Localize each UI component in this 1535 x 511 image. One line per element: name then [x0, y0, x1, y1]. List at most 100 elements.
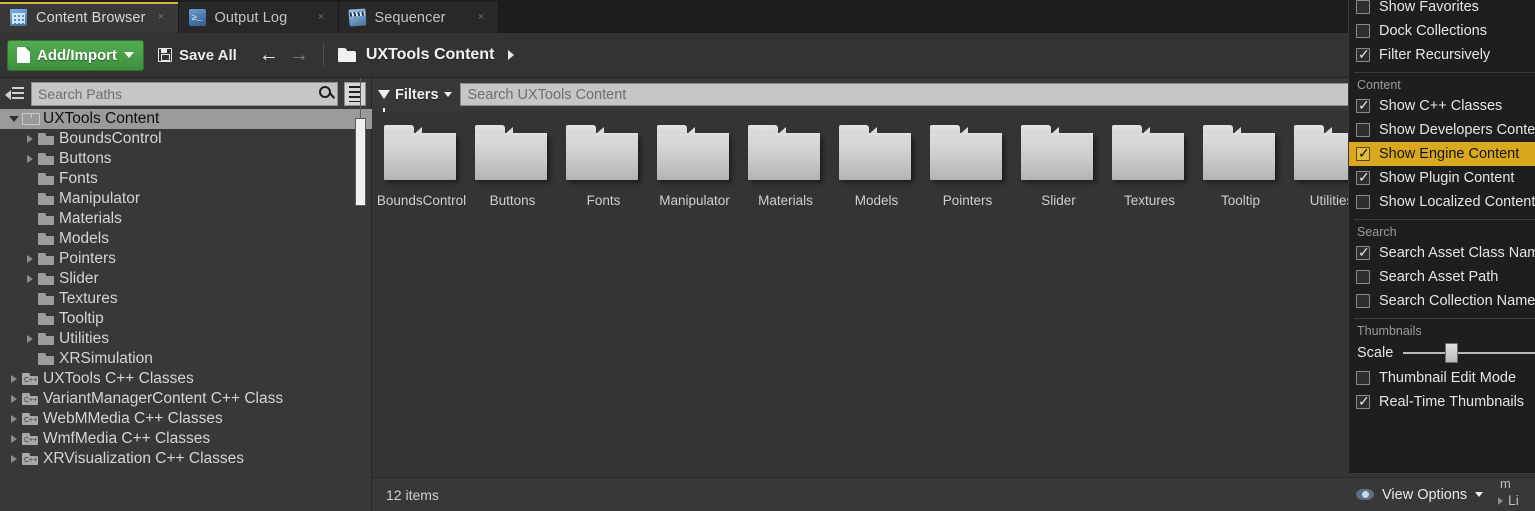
tree-scroll-track	[360, 78, 361, 118]
breadcrumb[interactable]: UXTools Content	[337, 46, 515, 64]
expander-right-icon[interactable]	[22, 135, 38, 143]
tree-scrollbar[interactable]	[355, 118, 366, 206]
collapse-panel-icon[interactable]	[5, 85, 25, 103]
tree-item[interactable]: C++ WebMMedia C++ Classes	[0, 409, 372, 429]
menu-item[interactable]: Show Favorites	[1349, 0, 1535, 19]
search-paths-placeholder: Search Paths	[38, 85, 123, 102]
tree-item[interactable]: C++ WmfMedia C++ Classes	[0, 429, 372, 449]
view-options-button[interactable]: View Options	[1348, 478, 1496, 511]
close-icon[interactable]: ×	[475, 11, 488, 24]
expander-down-icon[interactable]	[6, 116, 22, 122]
add-import-button[interactable]: Add/Import	[7, 39, 144, 71]
menu-item[interactable]: Show Developers Content	[1349, 118, 1535, 142]
tree-item[interactable]: UXTools Content	[0, 109, 372, 129]
expander-right-icon[interactable]	[6, 435, 22, 443]
cpp-folder-icon: C++	[22, 453, 38, 465]
folder-tile[interactable]: BoundsControl	[376, 125, 467, 208]
checkbox-checked-icon[interactable]	[1356, 145, 1370, 161]
folder-icon	[747, 125, 824, 183]
expander-right-icon[interactable]	[22, 275, 38, 283]
menu-section-header: Thumbnails	[1357, 323, 1422, 338]
tree-item[interactable]: Models	[0, 229, 372, 249]
checkbox-unchecked-icon[interactable]	[1356, 24, 1370, 38]
menu-item[interactable]: Show Engine Content	[1349, 142, 1535, 166]
menu-item[interactable]: Search Asset Path	[1349, 265, 1535, 289]
tree-item[interactable]: Materials	[0, 209, 372, 229]
tree-item-label: VariantManagerContent C++ Class	[43, 390, 284, 407]
folder-tile[interactable]: Buttons	[467, 125, 558, 208]
tree-item[interactable]: Fonts	[0, 169, 372, 189]
folder-tile[interactable]: Pointers	[922, 125, 1013, 208]
expander-right-icon[interactable]	[6, 455, 22, 463]
menu-separator	[1354, 318, 1535, 319]
folder-tile[interactable]: Fonts	[558, 125, 649, 208]
navigation-arrows: ← →	[259, 45, 309, 65]
tree-item[interactable]: Textures	[0, 289, 372, 309]
tree-item[interactable]: Utilities	[0, 329, 372, 349]
chevron-right-icon[interactable]	[508, 50, 515, 60]
tab-output-log[interactable]: Output Log ×	[178, 2, 339, 33]
tree-item[interactable]: Manipulator	[0, 189, 372, 209]
tree-item[interactable]: Pointers	[0, 249, 372, 269]
tree-item[interactable]: Tooltip	[0, 309, 372, 329]
checkbox-checked-icon[interactable]	[1356, 244, 1370, 260]
menu-item[interactable]: Filter Recursively	[1349, 43, 1535, 67]
folder-tile[interactable]: Tooltip	[1195, 125, 1286, 208]
menu-item[interactable]: Show Localized Content	[1349, 190, 1535, 214]
filters-button[interactable]: Filters	[378, 87, 452, 112]
tree-item[interactable]: C++ XRVisualization C++ Classes	[0, 449, 372, 469]
menu-item[interactable]: Search Collection Names	[1349, 289, 1535, 313]
folder-tile[interactable]: Manipulator	[649, 125, 740, 208]
checkbox-unchecked-icon[interactable]	[1356, 371, 1370, 385]
folder-tile[interactable]: Materials	[740, 125, 831, 208]
tree-item-label: UXTools C++ Classes	[43, 370, 194, 387]
expander-right-icon[interactable]	[6, 375, 22, 383]
close-icon[interactable]: ×	[155, 11, 168, 24]
tab-sequencer[interactable]: Sequencer ×	[338, 2, 499, 33]
menu-item[interactable]: Real-Time Thumbnails	[1349, 390, 1535, 414]
back-arrow-icon[interactable]: ←	[259, 45, 279, 65]
tree-item[interactable]: BoundsControl	[0, 129, 372, 149]
checkbox-unchecked-icon[interactable]	[1356, 123, 1370, 137]
folder-tile[interactable]: Models	[831, 125, 922, 208]
checkbox-checked-icon[interactable]	[1356, 46, 1370, 62]
folder-tile[interactable]: Textures	[1104, 125, 1195, 208]
tab-content-browser[interactable]: Content Browser ×	[0, 2, 179, 33]
expander-icon	[1498, 497, 1503, 505]
sources-list-view-button[interactable]	[344, 81, 366, 106]
checkbox-checked-icon[interactable]	[1356, 169, 1370, 185]
checkbox-unchecked-icon[interactable]	[1356, 270, 1370, 284]
expander-right-icon[interactable]	[22, 155, 38, 163]
cpp-label: C++	[24, 397, 38, 404]
menu-item[interactable]: Search Asset Class Names	[1349, 241, 1535, 265]
close-icon[interactable]: ×	[315, 11, 328, 24]
tree-item[interactable]: Slider	[0, 269, 372, 289]
tree-item[interactable]: C++ VariantManagerContent C++ Class	[0, 389, 372, 409]
expander-right-icon[interactable]	[22, 335, 38, 343]
slider-track[interactable]	[1403, 343, 1535, 363]
tab-label: Output Log	[214, 9, 288, 26]
expander-right-icon[interactable]	[22, 255, 38, 263]
checkbox-checked-icon[interactable]	[1356, 97, 1370, 113]
checkbox-checked-icon[interactable]	[1356, 393, 1370, 409]
menu-item[interactable]: Dock Collections	[1349, 19, 1535, 43]
tree-item[interactable]: Buttons	[0, 149, 372, 169]
save-all-button[interactable]: Save All	[158, 47, 237, 64]
checkbox-unchecked-icon[interactable]	[1356, 294, 1370, 308]
tree-item[interactable]: C++ UXTools C++ Classes	[0, 369, 372, 389]
folder-tile-label: Buttons	[489, 193, 536, 208]
search-paths-input[interactable]: Search Paths	[31, 81, 338, 106]
menu-item[interactable]: Thumbnail Edit Mode	[1349, 366, 1535, 390]
menu-item[interactable]: Show C++ Classes	[1349, 94, 1535, 118]
checkbox-unchecked-icon[interactable]	[1356, 0, 1370, 14]
expander-right-icon[interactable]	[6, 415, 22, 423]
tree-item[interactable]: XRSimulation	[0, 349, 372, 369]
folder-tile-label: Models	[854, 193, 899, 208]
forward-arrow-icon[interactable]: →	[289, 45, 309, 65]
slider-thumb[interactable]	[1445, 343, 1459, 363]
folder-tile[interactable]: Slider	[1013, 125, 1104, 208]
expander-right-icon[interactable]	[6, 395, 22, 403]
add-import-label: Add/Import	[37, 46, 117, 64]
checkbox-unchecked-icon[interactable]	[1356, 195, 1370, 209]
menu-item[interactable]: Show Plugin Content	[1349, 166, 1535, 190]
